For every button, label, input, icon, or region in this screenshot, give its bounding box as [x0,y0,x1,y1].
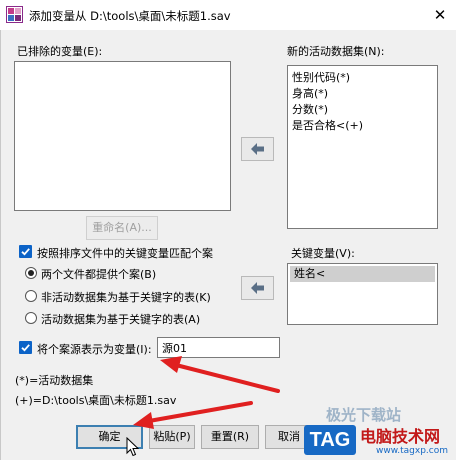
watermark-site-name: 电脑技术网 [360,427,441,446]
key-variables-label: 关键变量(V): [291,247,355,260]
radio-nonactive-keyed[interactable] [25,290,37,302]
radio-active-keyed[interactable] [25,312,37,324]
title-bar: 添加变量从 D:\tools\桌面\未标题1.sav ✕ [0,0,456,30]
active-dataset-label: 新的活动数据集(N): [287,45,385,58]
move-to-key-button[interactable] [241,276,274,300]
watermark-tag-logo: TAG [304,425,356,455]
close-button[interactable]: ✕ [426,1,454,29]
watermark-faint-text: 极光下载站 [326,406,402,424]
arrow-left-icon [251,282,264,294]
source-variable-checkbox[interactable] [19,341,32,354]
match-cases-label: 按照排序文件中的关键变量匹配个案 [37,247,213,260]
list-item[interactable]: 身高(*) [288,86,437,102]
mouse-cursor-icon [126,437,140,457]
radio-active-keyed-label: 活动数据集为基于关键字的表(A) [41,313,201,326]
excluded-variables-list[interactable] [14,61,231,211]
radio-nonactive-keyed-label: 非活动数据集为基于关键字的表(K) [41,291,211,304]
list-item[interactable]: 姓名< [290,266,435,282]
close-icon: ✕ [433,6,447,24]
checkmark-icon [21,344,30,352]
window-border [0,30,1,460]
list-item[interactable]: 性别代码(*) [288,70,437,86]
key-variables-list[interactable]: 姓名< [287,263,438,325]
active-dataset-list[interactable]: 性别代码(*) 身高(*) 分数(*) 是否合格<(+) [287,65,438,229]
checkmark-icon [21,248,30,256]
radio-both-files[interactable] [25,267,37,279]
watermark-url: www.tagxp.com [376,446,448,456]
match-cases-checkbox[interactable] [19,245,32,258]
list-item[interactable]: 分数(*) [288,102,437,118]
annotation-arrow-ok [133,401,253,429]
spss-app-icon [6,6,23,23]
source-variable-label: 将个案源表示为变量(I): [37,343,152,356]
arrow-left-icon [251,143,264,155]
list-item[interactable]: 是否合格<(+) [288,118,437,134]
watermark: 极光下载站 TAG 电脑技术网 www.tagxp.com [290,405,456,460]
radio-both-files-label: 两个文件都提供个案(B) [41,268,157,281]
excluded-variables-label: 已排除的变量(E): [17,45,103,58]
move-to-active-button[interactable] [241,137,274,161]
rename-button[interactable]: 重命名(A)... [86,216,158,240]
note-active-dataset: (*)=活动数据集 [15,374,94,387]
window-title: 添加变量从 D:\tools\桌面\未标题1.sav [29,9,231,23]
